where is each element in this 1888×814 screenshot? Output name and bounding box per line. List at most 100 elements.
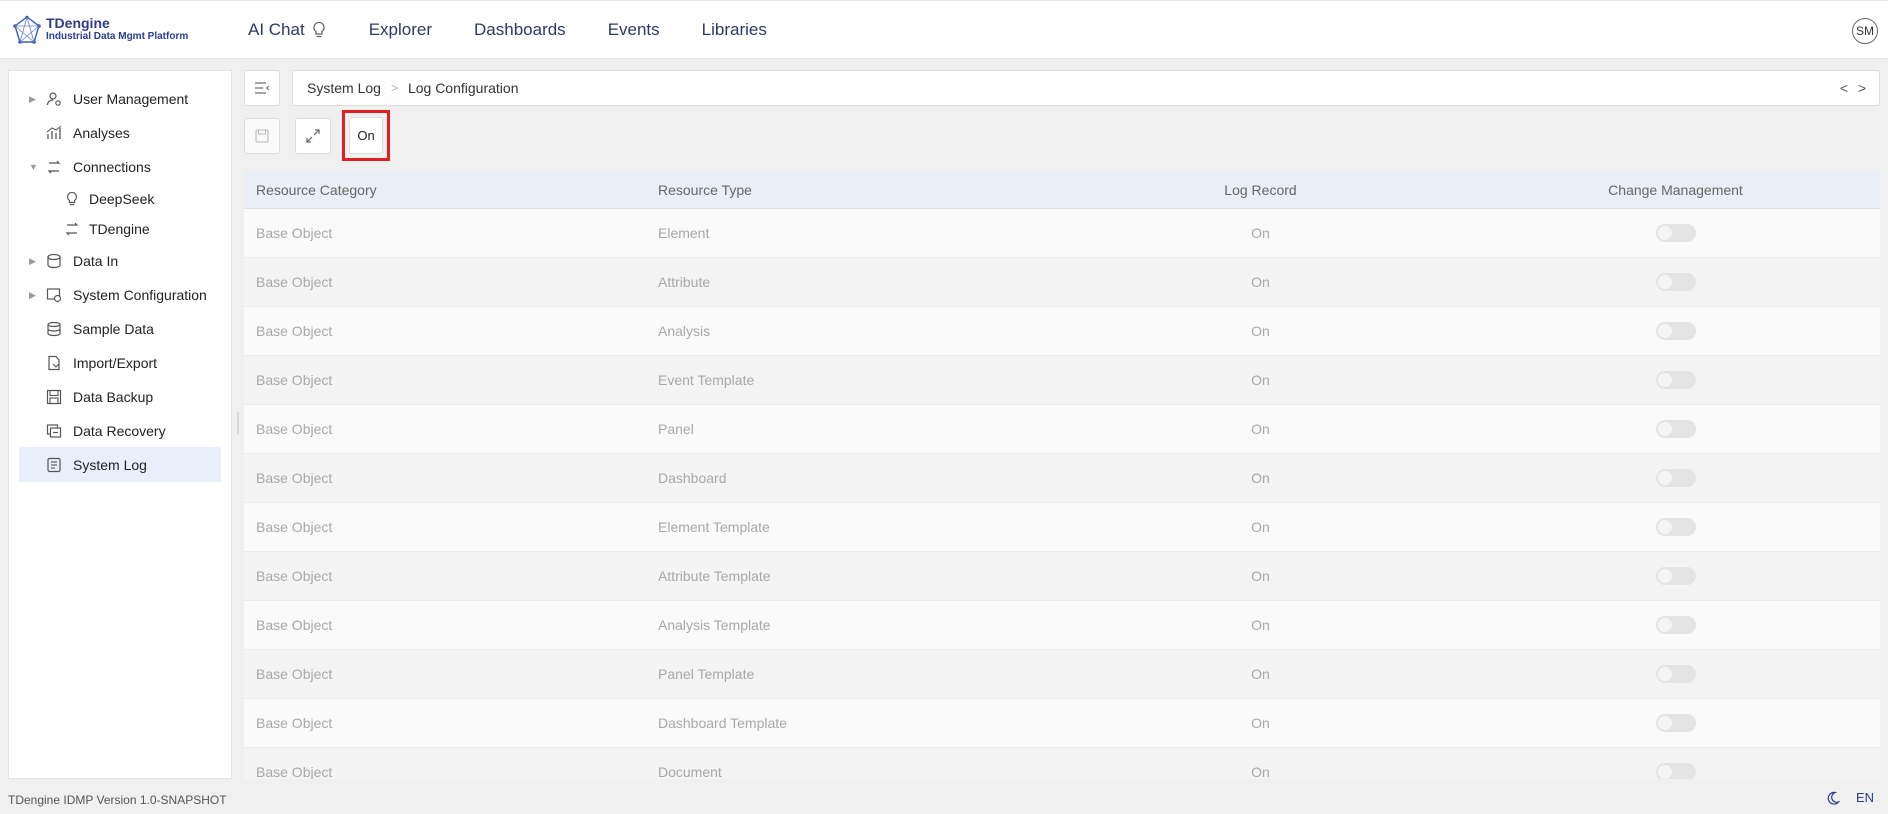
sidebar-item-system-log[interactable]: System Log [19, 447, 221, 482]
cell-log-record: On [1251, 372, 1270, 388]
nav-ai-chat[interactable]: AI Chat [248, 20, 327, 40]
user-avatar[interactable]: SM [1852, 18, 1878, 44]
table-header: Resource Category Resource Type Log Reco… [244, 171, 1880, 209]
table-row: Base Object Panel On [244, 405, 1880, 454]
moon-icon[interactable] [1826, 791, 1840, 805]
sidebar-item-label: Data In [73, 253, 119, 269]
expand-icon [306, 129, 320, 143]
chevron-left-icon[interactable]: < [1835, 80, 1853, 96]
table-row: Base Object Element Template On [244, 503, 1880, 552]
cell-change-management [1473, 420, 1878, 438]
change-management-toggle[interactable] [1655, 371, 1696, 389]
sidebar-item-label: System Configuration [73, 287, 207, 303]
change-management-toggle[interactable] [1655, 224, 1696, 242]
change-management-toggle[interactable] [1655, 273, 1696, 291]
sidebar-item-label: Analyses [73, 125, 130, 141]
recovery-icon [45, 422, 63, 440]
sidebar-item-data-in[interactable]: ▶ Data In [19, 245, 221, 277]
footer: TDengine IDMP Version 1.0-SNAPSHOT EN [0, 786, 1888, 814]
cell-change-management [1473, 322, 1878, 340]
nav-explorer[interactable]: Explorer [369, 20, 432, 40]
sidebar-item-sample-data[interactable]: Sample Data [19, 313, 221, 345]
change-management-toggle[interactable] [1655, 518, 1696, 536]
collapse-menu-icon [255, 82, 270, 94]
col-resource-type: Resource Type [658, 181, 752, 198]
sidebar-item-label: Connections [73, 159, 151, 175]
sidebar-item-label: TDengine [89, 221, 150, 237]
change-management-toggle[interactable] [1655, 714, 1696, 732]
change-management-toggle[interactable] [1655, 763, 1696, 779]
table-row: Base Object Dashboard Template On [244, 699, 1880, 748]
sidebar-item-deepseek[interactable]: DeepSeek [19, 183, 221, 215]
cell-log-record: On [1251, 225, 1270, 241]
change-management-toggle[interactable] [1655, 420, 1696, 438]
language-switch[interactable]: EN [1856, 790, 1874, 805]
log-config-table: Resource Category Resource Type Log Reco… [244, 171, 1880, 779]
sidebar-item-system-configuration[interactable]: ▶ System Configuration [19, 279, 221, 311]
cell-change-management [1473, 273, 1878, 291]
cell-resource-type: Event Template [658, 372, 755, 388]
change-management-toggle[interactable] [1655, 616, 1696, 634]
nav-events[interactable]: Events [608, 20, 660, 40]
sidebar-item-import-export[interactable]: Import/Export [19, 347, 221, 379]
sidebar-item-analyses[interactable]: Analyses [19, 117, 221, 149]
table-row: Base Object Dashboard On [244, 454, 1880, 503]
nav-libraries[interactable]: Libraries [702, 20, 767, 40]
cell-log-record: On [1251, 519, 1270, 535]
on-button[interactable]: On [349, 117, 383, 154]
sidebar-item-label: Data Backup [73, 389, 154, 405]
save-icon [255, 129, 269, 143]
brand-title: TDengine [46, 15, 110, 31]
sidebar-item-tdengine[interactable]: TDengine [19, 213, 221, 245]
table-row: Base Object Element On [244, 209, 1880, 258]
cell-resource-category: Base Object [256, 372, 333, 388]
cell-change-management [1473, 469, 1878, 487]
caret-right-icon[interactable]: ▶ [29, 94, 41, 105]
expand-button[interactable] [295, 118, 331, 154]
sidebar-item-connections[interactable]: ▼ Connections [19, 151, 221, 183]
cell-change-management [1473, 616, 1878, 634]
sidebar-resize-handle[interactable] [237, 412, 239, 434]
database-icon [45, 320, 63, 338]
brand-logo[interactable]: TDengine Industrial Data Mgmt Platform [12, 15, 188, 45]
save-button[interactable] [244, 118, 280, 154]
col-resource-category: Resource Category [256, 181, 377, 198]
caret-right-icon[interactable]: ▶ [29, 256, 41, 267]
change-management-toggle[interactable] [1655, 322, 1696, 340]
cell-resource-category: Base Object [256, 519, 333, 535]
analyses-icon [45, 124, 63, 142]
sidebar-item-data-backup[interactable]: Data Backup [19, 381, 221, 413]
cell-log-record: On [1251, 470, 1270, 486]
sidebar-item-user-management[interactable]: ▶ User Management [19, 83, 221, 115]
nav-label: AI Chat [248, 20, 305, 39]
connections-icon [45, 158, 63, 176]
cell-log-record: On [1251, 715, 1270, 731]
chevron-right-icon[interactable]: > [1853, 80, 1871, 96]
nav-label: Events [607, 20, 660, 39]
table-body: Base Object Element On Base Object Attribute… [244, 209, 1880, 779]
caret-down-icon[interactable]: ▼ [29, 162, 41, 172]
cell-change-management [1473, 714, 1878, 732]
table-row: Base Object Analysis On [244, 307, 1880, 356]
nav-dashboards[interactable]: Dashboards [474, 20, 566, 40]
sidebar-item-label: User Management [73, 91, 189, 107]
connections-icon [63, 220, 81, 238]
change-management-toggle[interactable] [1655, 469, 1696, 487]
collapse-sidebar-button[interactable] [244, 70, 280, 106]
table-row: Base Object Document On [244, 748, 1880, 779]
backup-icon [45, 388, 63, 406]
table-row: Base Object Analysis Template On [244, 601, 1880, 650]
nav-label: Explorer [368, 20, 433, 39]
cell-resource-category: Base Object [256, 323, 333, 339]
cell-resource-type: Analysis [658, 323, 711, 339]
caret-right-icon[interactable]: ▶ [29, 290, 41, 301]
top-header: TDengine Industrial Data Mgmt Platform A… [0, 0, 1888, 59]
sidebar-item-data-recovery[interactable]: Data Recovery [19, 415, 221, 447]
change-management-toggle[interactable] [1655, 567, 1696, 585]
breadcrumb-root[interactable]: System Log [307, 80, 381, 96]
cell-resource-category: Base Object [256, 421, 333, 437]
breadcrumb: System Log > Log Configuration < > [292, 70, 1880, 106]
bulb-icon [313, 21, 325, 38]
change-management-toggle[interactable] [1655, 665, 1696, 683]
cell-log-record: On [1251, 617, 1270, 633]
